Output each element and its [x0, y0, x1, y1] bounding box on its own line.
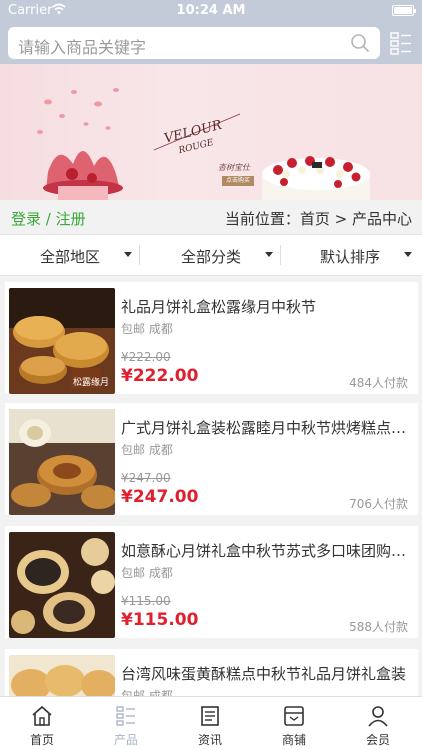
tab-label: 首页: [29, 733, 54, 747]
original-price: ¥247.00: [121, 471, 171, 485]
sale-price: ¥247.00: [121, 487, 199, 507]
shipping-location: 包邮 成都: [121, 689, 173, 696]
login-register-link[interactable]: 登录 / 注册: [11, 208, 86, 229]
home-icon: [32, 705, 52, 726]
store-icon: [284, 706, 304, 726]
filter-region-dropdown[interactable]: 全部地区: [0, 235, 140, 275]
sale-price: ¥115.00: [121, 610, 199, 630]
search-header: 请输入商品关键字: [0, 22, 422, 64]
sale-price: ¥222.00: [121, 366, 199, 386]
breadcrumb: 当前位置：首页 > 产品中心: [224, 210, 412, 228]
shipping-location: 包邮 成都: [121, 443, 173, 457]
divider: [139, 245, 140, 265]
product-item[interactable]: 广式月饼礼盒装松露睦月中秋节烘烤糕点… 包邮 成都 ¥247.00 ¥247.0…: [5, 403, 418, 515]
status-bar: Carrier 10:24 AM: [0, 0, 422, 22]
divider: [280, 245, 281, 265]
shipping-location: 包邮 成都: [121, 322, 173, 336]
cake-image: [262, 156, 370, 200]
banner-buy-tag[interactable]: 点击购买: [222, 176, 254, 186]
original-price: ¥222.00: [121, 350, 171, 364]
brand-subtitle: 杏树宝仕: [218, 163, 250, 172]
user-icon: [368, 706, 388, 727]
filter-bar: 全部地区 全部分类 默认排序: [0, 234, 422, 276]
brand-logo: VELOUR ROUGE: [153, 113, 241, 156]
product-title[interactable]: 如意酥心月饼礼盒中秋节苏式多口味团购…: [121, 540, 413, 561]
tab-home[interactable]: 首页: [0, 697, 84, 750]
product-title[interactable]: 礼品月饼礼盒松露缘月中秋节: [121, 296, 413, 317]
filter-label: 全部地区: [40, 248, 101, 266]
tab-label: 商铺: [281, 733, 306, 747]
category-menu-icon[interactable]: [390, 31, 412, 55]
product-image[interactable]: [9, 655, 115, 696]
filter-label: 默认排序: [320, 248, 381, 266]
product-item[interactable]: 如意酥心月饼礼盒中秋节苏式多口味团购… 包邮 成都 ¥115.00 ¥115.0…: [5, 526, 418, 638]
product-item[interactable]: 台湾风味蛋黄酥糕点中秋节礼品月饼礼盒装 包邮 成都: [5, 649, 418, 696]
tab-label: 资讯: [197, 733, 222, 747]
product-image[interactable]: [9, 532, 115, 638]
bottom-tab-bar: 首页 产品 资讯 商铺 会员: [0, 696, 422, 750]
filter-sort-dropdown[interactable]: 默认排序: [282, 235, 422, 275]
egg-yolk-pastry-image: [9, 655, 115, 696]
strawberry-drink-image: [37, 88, 123, 200]
sales-count: 484人付款: [349, 376, 408, 390]
mooncake-image: [9, 409, 115, 515]
tab-news[interactable]: 资讯: [168, 697, 252, 750]
breadcrumb-bar: 登录 / 注册 当前位置：首页 > 产品中心: [0, 200, 422, 234]
tab-member[interactable]: 会员: [336, 697, 420, 750]
search-input[interactable]: 请输入商品关键字: [8, 27, 380, 59]
tab-label: 会员: [365, 733, 390, 747]
tab-label: 产品: [113, 733, 138, 747]
chevron-down-icon: [404, 252, 412, 257]
status-time: 10:24 AM: [176, 3, 246, 18]
news-icon: [201, 706, 219, 726]
original-price: ¥115.00: [121, 594, 171, 608]
battery-icon: [392, 5, 416, 16]
chevron-down-icon: [124, 252, 132, 257]
sales-count: 706人付款: [349, 497, 408, 511]
thumb-caption: 松露缘月: [72, 378, 109, 388]
product-title[interactable]: 广式月饼礼盒装松露睦月中秋节烘烤糕点…: [121, 417, 413, 438]
product-image[interactable]: 松露缘月: [9, 288, 115, 394]
tab-store[interactable]: 商铺: [252, 697, 336, 750]
shipping-location: 包邮 成都: [121, 566, 173, 580]
search-icon[interactable]: [350, 33, 370, 53]
search-placeholder: 请输入商品关键字: [18, 38, 147, 57]
sales-count: 588人付款: [349, 620, 408, 634]
product-list[interactable]: 松露缘月 礼品月饼礼盒松露缘月中秋节 包邮 成都 ¥222.00 ¥222.00…: [0, 276, 422, 696]
filter-label: 全部分类: [181, 248, 242, 266]
product-title[interactable]: 台湾风味蛋黄酥糕点中秋节礼品月饼礼盒装: [121, 663, 413, 684]
filter-category-dropdown[interactable]: 全部分类: [141, 235, 281, 275]
tab-products[interactable]: 产品: [84, 697, 168, 750]
product-item[interactable]: 松露缘月 礼品月饼礼盒松露缘月中秋节 包邮 成都 ¥222.00 ¥222.00…: [5, 282, 418, 394]
product-image[interactable]: [9, 409, 115, 515]
mooncake-image: [9, 532, 115, 638]
chevron-down-icon: [265, 252, 273, 257]
list-icon: [116, 706, 135, 726]
promo-banner[interactable]: VELOUR ROUGE 杏树宝仕 点击购买: [0, 64, 422, 200]
